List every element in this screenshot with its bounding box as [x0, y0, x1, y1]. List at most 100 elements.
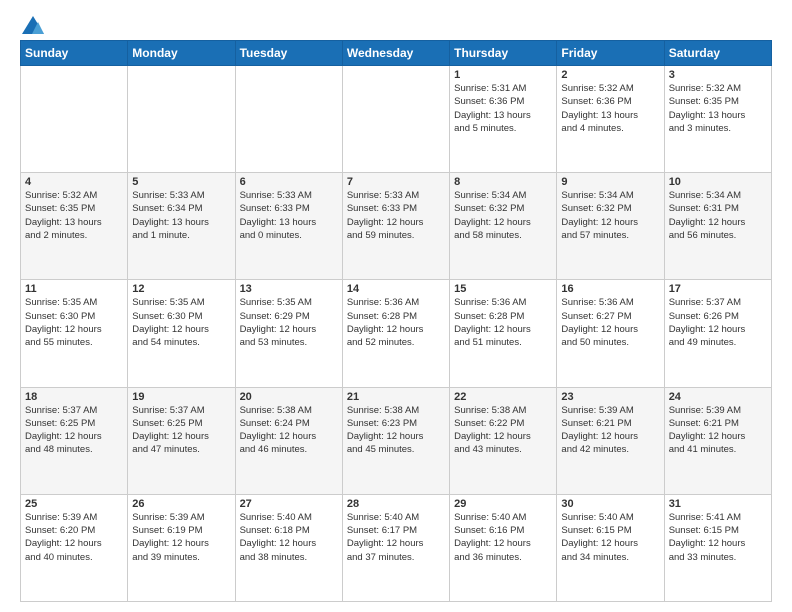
calendar-header-saturday: Saturday: [664, 41, 771, 66]
day-number: 23: [561, 391, 659, 403]
day-number: 9: [561, 176, 659, 188]
day-number: 25: [25, 498, 123, 510]
day-info: Sunrise: 5:36 AM Sunset: 6:28 PM Dayligh…: [454, 296, 552, 349]
day-number: 20: [240, 391, 338, 403]
day-number: 1: [454, 69, 552, 81]
calendar-week-4: 18 Sunrise: 5:37 AM Sunset: 6:25 PM Dayli…: [21, 387, 772, 494]
day-number: 27: [240, 498, 338, 510]
day-info: Sunrise: 5:37 AM Sunset: 6:26 PM Dayligh…: [669, 296, 767, 349]
day-info: Sunrise: 5:33 AM Sunset: 6:34 PM Dayligh…: [132, 189, 230, 242]
calendar-cell: 24Sunrise: 5:39 AM Sunset: 6:21 PM Dayli…: [664, 387, 771, 494]
day-number: 3: [669, 69, 767, 81]
day-number: 19: [132, 391, 230, 403]
day-info: Sunrise: 5:39 AM Sunset: 6:20 PM Dayligh…: [25, 511, 123, 564]
day-info: Sunrise: 5:40 AM Sunset: 6:17 PM Dayligh…: [347, 511, 445, 564]
day-info: Sunrise: 5:40 AM Sunset: 6:15 PM Dayligh…: [561, 511, 659, 564]
calendar-cell: [342, 66, 449, 173]
day-info: Sunrise: 5:34 AM Sunset: 6:32 PM Dayligh…: [454, 189, 552, 242]
day-info: Sunrise: 5:32 AM Sunset: 6:35 PM Dayligh…: [25, 189, 123, 242]
calendar-cell: 4Sunrise: 5:32 AM Sunset: 6:35 PM Daylig…: [21, 173, 128, 280]
day-info: Sunrise: 5:32 AM Sunset: 6:36 PM Dayligh…: [561, 82, 659, 135]
day-info: Sunrise: 5:40 AM Sunset: 6:18 PM Dayligh…: [240, 511, 338, 564]
calendar-cell: 18Sunrise: 5:37 AM Sunset: 6:25 PM Dayli…: [21, 387, 128, 494]
calendar-cell: 11Sunrise: 5:35 AM Sunset: 6:30 PM Dayli…: [21, 280, 128, 387]
calendar-header-thursday: Thursday: [450, 41, 557, 66]
day-number: 13: [240, 283, 338, 295]
calendar-header-sunday: Sunday: [21, 41, 128, 66]
day-info: Sunrise: 5:34 AM Sunset: 6:32 PM Dayligh…: [561, 189, 659, 242]
day-info: Sunrise: 5:41 AM Sunset: 6:15 PM Dayligh…: [669, 511, 767, 564]
day-info: Sunrise: 5:36 AM Sunset: 6:27 PM Dayligh…: [561, 296, 659, 349]
calendar-cell: 9Sunrise: 5:34 AM Sunset: 6:32 PM Daylig…: [557, 173, 664, 280]
calendar-cell: 25Sunrise: 5:39 AM Sunset: 6:20 PM Dayli…: [21, 494, 128, 601]
day-number: 12: [132, 283, 230, 295]
calendar-cell: 12Sunrise: 5:35 AM Sunset: 6:30 PM Dayli…: [128, 280, 235, 387]
header: [20, 16, 772, 30]
day-number: 28: [347, 498, 445, 510]
calendar-cell: 22Sunrise: 5:38 AM Sunset: 6:22 PM Dayli…: [450, 387, 557, 494]
day-info: Sunrise: 5:37 AM Sunset: 6:25 PM Dayligh…: [132, 404, 230, 457]
calendar-cell: 7Sunrise: 5:33 AM Sunset: 6:33 PM Daylig…: [342, 173, 449, 280]
day-number: 17: [669, 283, 767, 295]
calendar-cell: 17Sunrise: 5:37 AM Sunset: 6:26 PM Dayli…: [664, 280, 771, 387]
calendar-cell: 2Sunrise: 5:32 AM Sunset: 6:36 PM Daylig…: [557, 66, 664, 173]
day-number: 22: [454, 391, 552, 403]
day-number: 5: [132, 176, 230, 188]
calendar-cell: [21, 66, 128, 173]
calendar-cell: 20Sunrise: 5:38 AM Sunset: 6:24 PM Dayli…: [235, 387, 342, 494]
calendar-week-5: 25Sunrise: 5:39 AM Sunset: 6:20 PM Dayli…: [21, 494, 772, 601]
day-info: Sunrise: 5:33 AM Sunset: 6:33 PM Dayligh…: [240, 189, 338, 242]
day-info: Sunrise: 5:33 AM Sunset: 6:33 PM Dayligh…: [347, 189, 445, 242]
calendar-cell: 13Sunrise: 5:35 AM Sunset: 6:29 PM Dayli…: [235, 280, 342, 387]
calendar-cell: 5Sunrise: 5:33 AM Sunset: 6:34 PM Daylig…: [128, 173, 235, 280]
calendar-week-2: 4Sunrise: 5:32 AM Sunset: 6:35 PM Daylig…: [21, 173, 772, 280]
day-number: 21: [347, 391, 445, 403]
calendar-cell: 19Sunrise: 5:37 AM Sunset: 6:25 PM Dayli…: [128, 387, 235, 494]
day-info: Sunrise: 5:32 AM Sunset: 6:35 PM Dayligh…: [669, 82, 767, 135]
day-number: 26: [132, 498, 230, 510]
day-info: Sunrise: 5:39 AM Sunset: 6:21 PM Dayligh…: [561, 404, 659, 457]
calendar-cell: 26Sunrise: 5:39 AM Sunset: 6:19 PM Dayli…: [128, 494, 235, 601]
day-number: 16: [561, 283, 659, 295]
calendar-cell: 10Sunrise: 5:34 AM Sunset: 6:31 PM Dayli…: [664, 173, 771, 280]
day-number: 2: [561, 69, 659, 81]
calendar-body: 1Sunrise: 5:31 AM Sunset: 6:36 PM Daylig…: [21, 66, 772, 602]
logo: [20, 16, 44, 30]
day-number: 7: [347, 176, 445, 188]
calendar-cell: 30Sunrise: 5:40 AM Sunset: 6:15 PM Dayli…: [557, 494, 664, 601]
calendar-cell: [128, 66, 235, 173]
calendar-cell: 3Sunrise: 5:32 AM Sunset: 6:35 PM Daylig…: [664, 66, 771, 173]
calendar-cell: 28Sunrise: 5:40 AM Sunset: 6:17 PM Dayli…: [342, 494, 449, 601]
day-info: Sunrise: 5:36 AM Sunset: 6:28 PM Dayligh…: [347, 296, 445, 349]
calendar-header-row: SundayMondayTuesdayWednesdayThursdayFrid…: [21, 41, 772, 66]
day-info: Sunrise: 5:38 AM Sunset: 6:22 PM Dayligh…: [454, 404, 552, 457]
calendar: SundayMondayTuesdayWednesdayThursdayFrid…: [20, 40, 772, 602]
day-info: Sunrise: 5:31 AM Sunset: 6:36 PM Dayligh…: [454, 82, 552, 135]
day-info: Sunrise: 5:39 AM Sunset: 6:19 PM Dayligh…: [132, 511, 230, 564]
logo-icon: [22, 16, 44, 34]
calendar-cell: 27Sunrise: 5:40 AM Sunset: 6:18 PM Dayli…: [235, 494, 342, 601]
calendar-cell: 29Sunrise: 5:40 AM Sunset: 6:16 PM Dayli…: [450, 494, 557, 601]
calendar-cell: 15Sunrise: 5:36 AM Sunset: 6:28 PM Dayli…: [450, 280, 557, 387]
day-info: Sunrise: 5:34 AM Sunset: 6:31 PM Dayligh…: [669, 189, 767, 242]
day-number: 14: [347, 283, 445, 295]
day-info: Sunrise: 5:35 AM Sunset: 6:30 PM Dayligh…: [132, 296, 230, 349]
calendar-header-tuesday: Tuesday: [235, 41, 342, 66]
day-number: 15: [454, 283, 552, 295]
calendar-header-friday: Friday: [557, 41, 664, 66]
day-info: Sunrise: 5:38 AM Sunset: 6:24 PM Dayligh…: [240, 404, 338, 457]
calendar-cell: 21Sunrise: 5:38 AM Sunset: 6:23 PM Dayli…: [342, 387, 449, 494]
day-number: 29: [454, 498, 552, 510]
page: SundayMondayTuesdayWednesdayThursdayFrid…: [0, 0, 792, 612]
day-number: 6: [240, 176, 338, 188]
day-number: 18: [25, 391, 123, 403]
calendar-header-monday: Monday: [128, 41, 235, 66]
calendar-cell: 23Sunrise: 5:39 AM Sunset: 6:21 PM Dayli…: [557, 387, 664, 494]
day-info: Sunrise: 5:40 AM Sunset: 6:16 PM Dayligh…: [454, 511, 552, 564]
day-number: 11: [25, 283, 123, 295]
day-info: Sunrise: 5:39 AM Sunset: 6:21 PM Dayligh…: [669, 404, 767, 457]
day-info: Sunrise: 5:35 AM Sunset: 6:30 PM Dayligh…: [25, 296, 123, 349]
day-number: 30: [561, 498, 659, 510]
day-info: Sunrise: 5:38 AM Sunset: 6:23 PM Dayligh…: [347, 404, 445, 457]
day-number: 24: [669, 391, 767, 403]
